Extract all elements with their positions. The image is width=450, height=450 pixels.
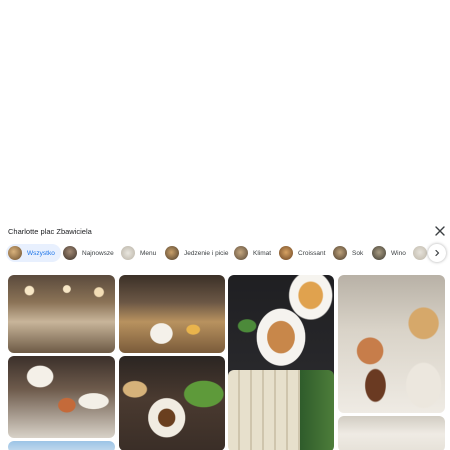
gallery-title: Charlotte plac Zbawiciela: [8, 227, 92, 236]
chip-najnowsze[interactable]: Najnowsze: [61, 244, 120, 262]
chip-thumbnail: [333, 246, 347, 260]
chip-label: Sok: [352, 249, 364, 257]
gallery-photo[interactable]: [119, 275, 225, 353]
gallery-photo[interactable]: [8, 441, 115, 450]
chip-klimat[interactable]: Klimat: [232, 244, 277, 262]
chevron-right-glyph: [435, 249, 440, 257]
gallery-photo[interactable]: [228, 370, 334, 450]
chip-thumbnail: [165, 246, 179, 260]
chip-jedzenie-i-picie[interactable]: Jedzenie i picie: [163, 244, 234, 262]
gallery-photo[interactable]: [119, 356, 225, 450]
chip-label: Najnowsze: [82, 249, 114, 257]
chip-wino[interactable]: Wino: [370, 244, 412, 262]
chip-label: Wino: [391, 249, 406, 257]
chip-thumbnail: [63, 246, 77, 260]
chip-thumbnail: [372, 246, 386, 260]
close-icon[interactable]: [434, 225, 446, 237]
gallery-header: Charlotte plac Zbawiciela: [8, 226, 448, 242]
chevron-right-icon[interactable]: [428, 244, 446, 262]
chip-label: Menu: [140, 249, 157, 257]
chip-sok[interactable]: Sok: [331, 244, 369, 262]
gallery-photo[interactable]: [338, 416, 445, 450]
chip-thumbnail: [413, 246, 427, 260]
chip-label: Croissant: [298, 249, 326, 257]
chip-thumbnail: [8, 246, 22, 260]
chip-label: Klimat: [253, 249, 272, 257]
chip-thumbnail: [279, 246, 293, 260]
chip-menu[interactable]: Menu: [119, 244, 162, 262]
photo-gallery-panel: Charlotte plac Zbawiciela Wszystko Najno…: [0, 222, 450, 450]
chip-thumbnail: [121, 246, 135, 260]
gallery-photo[interactable]: [8, 356, 115, 438]
chip-thumbnail: [234, 246, 248, 260]
chip-label: Jedzenie i picie: [184, 249, 229, 257]
category-chips: Wszystko Najnowsze Menu Jedzenie i picie…: [6, 244, 450, 264]
gallery-photo[interactable]: [338, 275, 445, 413]
chip-croissant[interactable]: Croissant: [277, 244, 331, 262]
gallery-photo[interactable]: [8, 275, 115, 353]
chip-wszystko[interactable]: Wszystko: [6, 244, 61, 262]
chip-label: Wszystko: [27, 249, 55, 257]
